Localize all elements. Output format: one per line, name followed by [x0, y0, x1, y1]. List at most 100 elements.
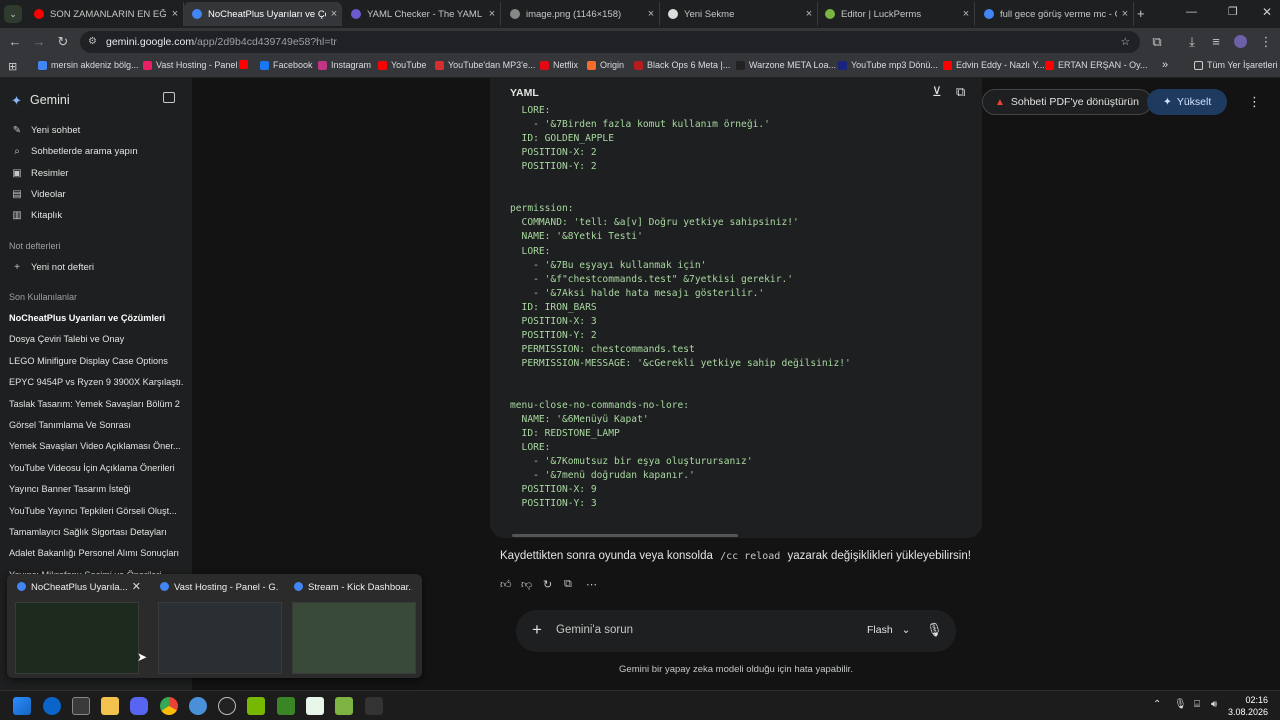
add-attachment-icon[interactable]: +	[532, 620, 542, 640]
sidebar-nav-item[interactable]: ▤ Videolar	[10, 189, 65, 200]
media-icon[interactable]: ≡	[1207, 33, 1225, 51]
copy-code-icon[interactable]: ⧉	[956, 84, 965, 100]
recent-chat-item[interactable]: Taslak Tasarım: Yemek Savaşları Bölüm 2	[9, 399, 184, 409]
recent-chat-item[interactable]: YouTube Videosu İçin Açıklama Önerileri	[9, 463, 184, 473]
recent-chat-item[interactable]: Yemek Savaşları Video Açıklaması Öner...	[9, 441, 184, 451]
prompt-box[interactable]: + Gemini'a sorun Flash ⌄ 🎙︎	[516, 610, 956, 652]
recent-chat-item[interactable]: LEGO Minifigure Display Case Options	[9, 356, 184, 366]
recent-chat-item[interactable]: Dosya Çeviri Talebi ve Onay	[9, 334, 184, 344]
regenerate-icon[interactable]: ↻	[543, 578, 552, 591]
more-actions-icon[interactable]: ⋯	[586, 578, 597, 591]
close-window-button[interactable]: ✕	[1262, 5, 1272, 19]
profile-avatar[interactable]	[1231, 33, 1249, 51]
notes-app-icon[interactable]	[306, 697, 324, 715]
tab-search-button[interactable]: ⌄	[4, 5, 22, 23]
microphone-tray-icon[interactable]: 🎙︎	[1174, 699, 1187, 710]
start-icon[interactable]	[13, 697, 31, 715]
minecraft-icon[interactable]	[277, 697, 295, 715]
bookmark-item[interactable]: Instagram	[318, 60, 371, 70]
store-icon[interactable]	[72, 697, 90, 715]
app-icon[interactable]	[365, 697, 383, 715]
tab-close-icon[interactable]: ×	[958, 8, 974, 20]
recent-chat-item[interactable]: Görsel Tanımlama Ve Sonrası	[9, 420, 184, 430]
minecraft-launcher-icon[interactable]	[335, 697, 353, 715]
sidebar-nav-item[interactable]: ⌕ Sohbetlerde arama yapın	[10, 146, 138, 157]
discord-icon[interactable]	[130, 697, 148, 715]
bookmark-item[interactable]	[239, 60, 252, 69]
browser-tab[interactable]: YAML Checker - The YAML Syn×	[343, 2, 501, 26]
download-code-icon[interactable]: ⊻	[932, 84, 942, 100]
bookmark-item[interactable]: YouTube	[378, 60, 426, 70]
recent-chat-item[interactable]: Yayıncı Banner Tasarım İsteği	[9, 484, 184, 494]
menu-icon[interactable]: ⋮	[1257, 33, 1275, 51]
bookmark-item[interactable]: Vast Hosting - Panel	[143, 60, 237, 70]
settings-app-icon[interactable]	[189, 697, 207, 715]
tab-close-icon[interactable]: ×	[801, 8, 817, 20]
bookmark-item[interactable]: ERTAN ERŞAN - Oy...	[1045, 60, 1148, 70]
bookmark-item[interactable]: Netflix	[540, 60, 578, 70]
browser-tab[interactable]: image.png (1146×158) ×	[502, 2, 660, 26]
download-icon[interactable]: ⤓	[1183, 33, 1201, 51]
address-bar[interactable]: ⚙ gemini.google.com/app/2d9b4cd439749e58…	[80, 31, 1140, 53]
system-clock[interactable]: 02:16 3.08.2026	[1228, 694, 1268, 718]
close-icon[interactable]: ✕	[132, 580, 141, 593]
recent-chat-item[interactable]: Adalet Bakanlığı Personel Alımı Sonuçlar…	[9, 548, 184, 558]
more-options-icon[interactable]: ⋮	[1248, 94, 1261, 110]
recent-chat-item[interactable]: Tamamlayıcı Sağlık Sigortası Detayları	[9, 527, 184, 537]
chrome-icon[interactable]	[160, 697, 178, 715]
window-thumbnail[interactable]: Stream - Kick Dashboar...	[290, 580, 420, 674]
bookmark-item[interactable]: Facebook	[260, 60, 313, 70]
recent-chat-item[interactable]: EPYC 9454P vs Ryzen 9 3900X Karşılaştı..…	[9, 377, 184, 387]
bookmark-item[interactable]: Warzone META Loa...	[736, 60, 836, 70]
upgrade-button[interactable]: ✦ Yükselt	[1147, 89, 1228, 115]
browser-tab[interactable]: Editor | LuckPerms ×	[817, 2, 975, 26]
sidebar-nav-item[interactable]: ✎ Yeni sohbet	[10, 125, 81, 136]
new-tab-button[interactable]: +	[1137, 6, 1145, 21]
thumbs-down-icon[interactable]: 👎︎	[521, 578, 532, 591]
bookmark-item[interactable]: Edvin Eddy - Nazlı Y...	[943, 60, 1045, 70]
apps-grid-icon[interactable]: ⊞	[8, 60, 17, 73]
browser-tab[interactable]: NoCheatPlus Uyarıları ve Çözüm×	[184, 2, 342, 26]
reload-icon[interactable]: ↻	[54, 33, 72, 51]
minimize-button[interactable]: —	[1186, 6, 1197, 18]
new-notebook-button[interactable]: + Yeni not defteri	[10, 262, 94, 273]
window-thumbnail[interactable]: Vast Hosting - Panel - G...	[156, 580, 286, 674]
tab-close-icon[interactable]: ×	[326, 8, 342, 20]
nvidia-icon[interactable]	[247, 697, 265, 715]
horizontal-scrollbar[interactable]	[512, 534, 738, 537]
site-info-icon[interactable]: ⚙	[88, 31, 97, 53]
tab-close-icon[interactable]: ×	[643, 8, 659, 20]
maximize-button[interactable]: ❐	[1228, 5, 1238, 18]
bookmark-item[interactable]: YouTube mp3 Dönü...	[838, 60, 938, 70]
recent-chat-item[interactable]: YouTube Yayıncı Tepkileri Görseli Oluşt.…	[9, 506, 184, 516]
forward-icon[interactable]: →	[30, 33, 48, 51]
bookmark-star-icon[interactable]: ☆	[1121, 31, 1130, 53]
sidebar-nav-item[interactable]: ▥ Kitaplık	[10, 210, 62, 221]
microphone-icon[interactable]: 🎙︎	[926, 622, 943, 638]
bookmark-item[interactable]: Black Ops 6 Meta |...	[634, 60, 730, 70]
extensions-icon[interactable]: ⧉	[1148, 33, 1166, 51]
network-icon[interactable]: ⌸	[1194, 699, 1200, 710]
recent-chat-item[interactable]: NoCheatPlus Uyarıları ve Çözümleri	[9, 313, 184, 323]
file-explorer-icon[interactable]	[101, 697, 119, 715]
tray-overflow-icon[interactable]: ⌃	[1153, 699, 1161, 710]
bookmark-item[interactable]: Origin	[587, 60, 624, 70]
copy-response-icon[interactable]: ⧉	[564, 578, 572, 591]
back-icon[interactable]: ←	[6, 33, 24, 51]
collapse-sidebar-icon[interactable]	[163, 92, 175, 103]
outlook-icon[interactable]	[43, 697, 61, 715]
volume-icon[interactable]: 🔊︎	[1211, 699, 1217, 710]
convert-pdf-button[interactable]: ▲ Sohbeti PDF'ye dönüştürün	[982, 89, 1152, 115]
tab-close-icon[interactable]: ×	[484, 8, 500, 20]
tab-close-icon[interactable]: ×	[1117, 8, 1133, 20]
all-bookmarks-folder[interactable]: Tüm Yer İşaretleri	[1194, 60, 1278, 70]
prompt-input[interactable]: Gemini'a sorun	[556, 624, 633, 636]
browser-tab[interactable]: full gece görüş verme mc - Go ×	[976, 2, 1134, 26]
bookmark-item[interactable]: mersin akdeniz bölg...	[38, 60, 139, 70]
sidebar-nav-item[interactable]: ▣ Resimler	[10, 168, 68, 179]
thumbs-up-icon[interactable]: 👍︎	[500, 578, 512, 591]
window-thumbnail[interactable]: NoCheatPlus Uyarıla... ✕	[13, 580, 143, 674]
browser-tab[interactable]: Yeni Sekme ×	[660, 2, 818, 26]
model-selector[interactable]: Flash ⌄	[867, 624, 910, 636]
bookmark-item[interactable]: YouTube'dan MP3'e...	[435, 60, 535, 70]
